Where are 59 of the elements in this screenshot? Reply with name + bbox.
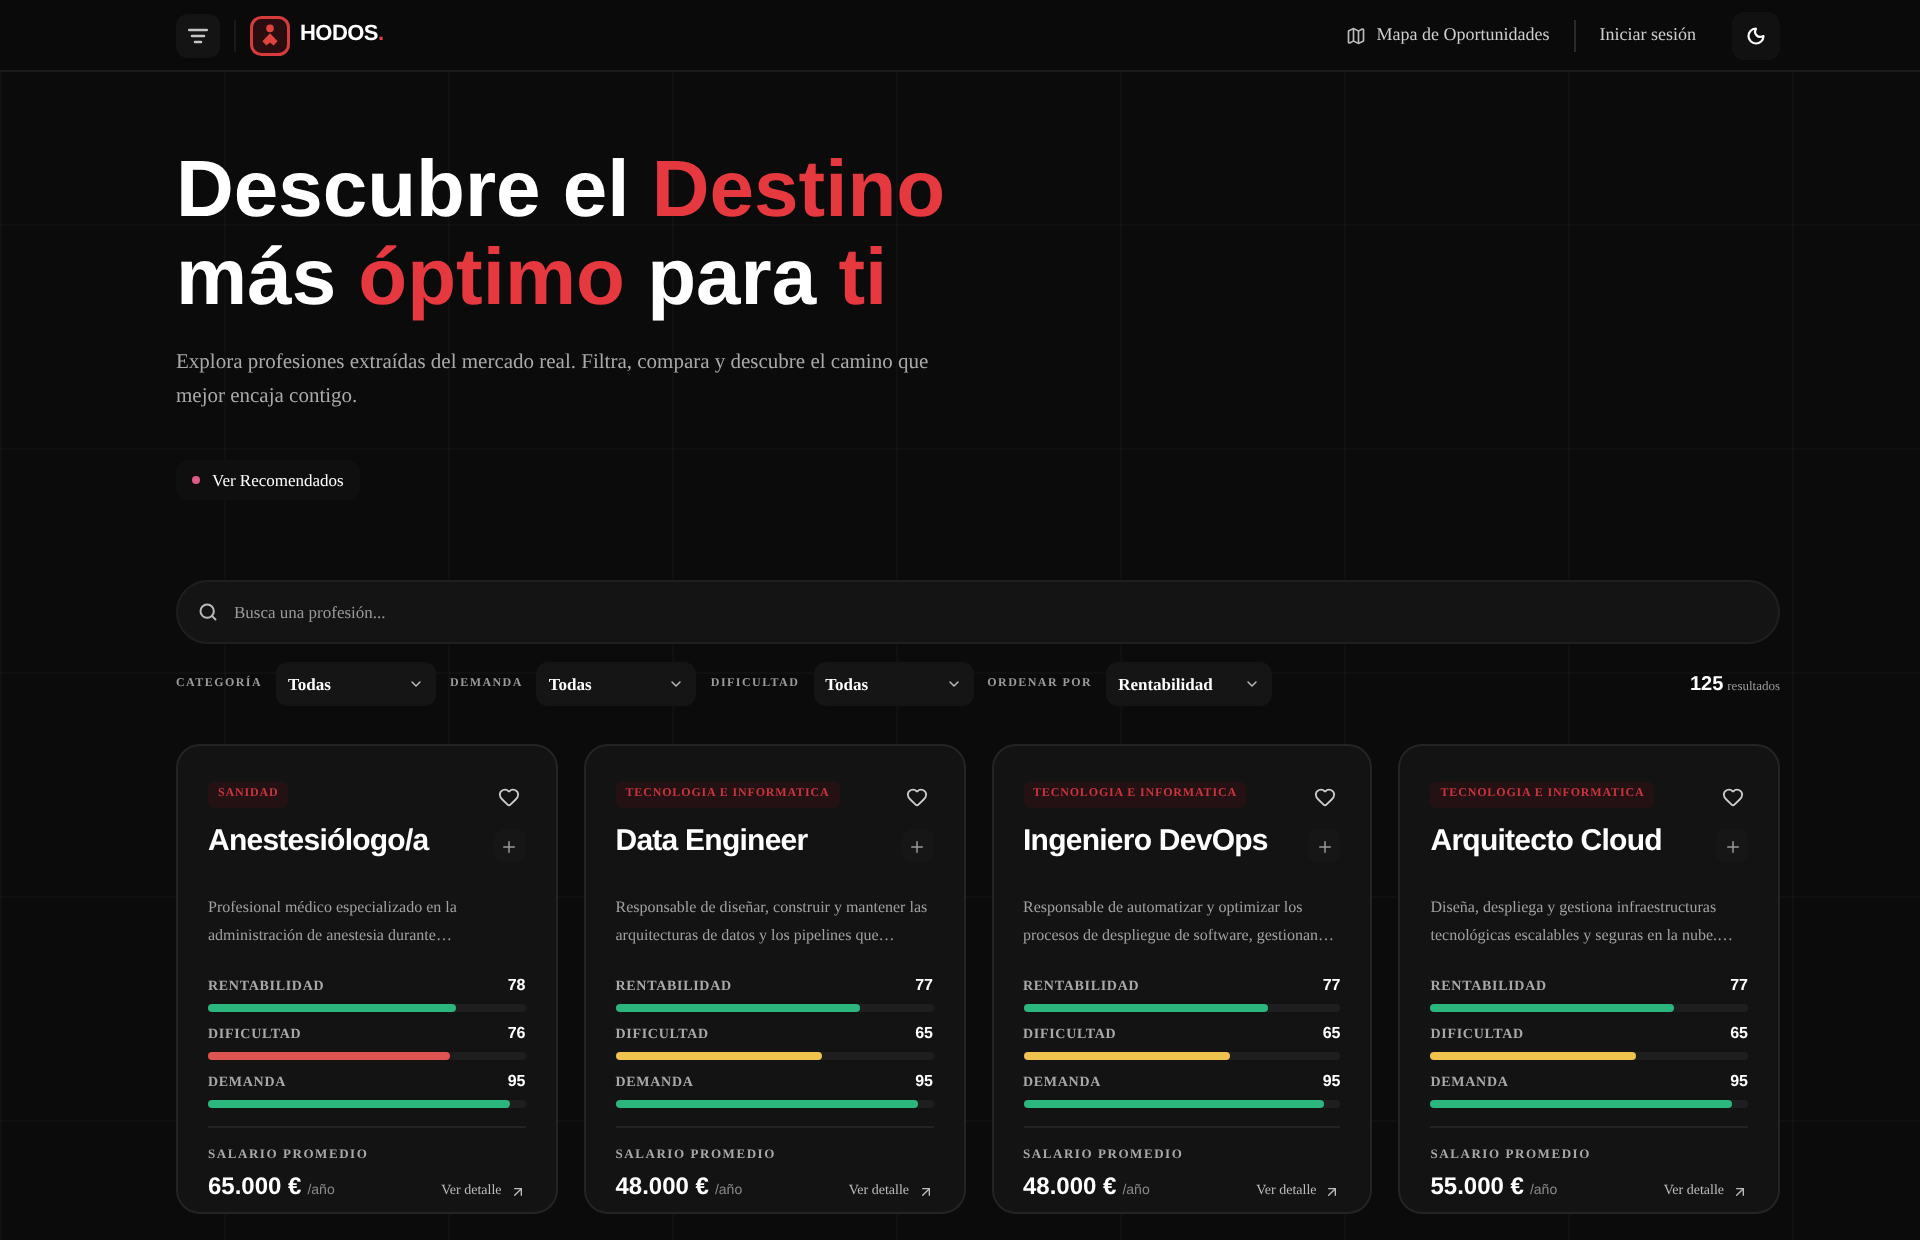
arrow-up-right-icon	[917, 1183, 933, 1199]
search-icon	[198, 602, 218, 622]
plus-icon	[1723, 837, 1741, 855]
metric-value: 77	[1730, 974, 1748, 998]
metric-value: 65	[915, 1022, 933, 1046]
plus-icon	[1315, 837, 1334, 855]
moon-icon	[1746, 25, 1766, 45]
metric-value: 65	[1322, 1022, 1341, 1046]
heart-icon	[498, 785, 521, 807]
filter-select[interactable]: Rentabilidad	[1106, 662, 1273, 706]
brand-name: HODOS.	[300, 20, 384, 51]
metric-value: 95	[1322, 1070, 1341, 1094]
metric-value: 95	[507, 1070, 526, 1094]
metric-value: 78	[507, 974, 526, 998]
heart-icon	[1313, 785, 1336, 807]
map-icon	[1346, 25, 1367, 45]
salary-value: 65.000 €	[208, 1169, 302, 1204]
logo-icon	[250, 15, 290, 55]
metric-value: 65	[1730, 1022, 1748, 1046]
heart-icon	[1721, 785, 1743, 807]
menu-icon	[188, 27, 208, 43]
filter-select[interactable]: Todas	[536, 662, 697, 706]
filter-select[interactable]: Todas	[276, 662, 437, 706]
plus-icon	[500, 837, 519, 855]
chevron-down-icon	[408, 676, 425, 692]
metric-value: 95	[1730, 1070, 1748, 1094]
metric-value: 77	[1322, 974, 1341, 998]
salary-value: 48.000 €	[615, 1169, 709, 1204]
card-description: Responsable de diseñar, construir y mantener las arquitecturas de datos y los pipelines que…	[615, 896, 930, 948]
heart-icon	[906, 785, 928, 807]
menu-button[interactable]	[176, 13, 220, 57]
metric-value: 95	[915, 1070, 933, 1094]
arrow-up-right-icon	[1324, 1183, 1341, 1199]
arrow-up-right-icon	[1732, 1183, 1748, 1199]
login-link[interactable]: Iniciar sesión	[1599, 21, 1696, 49]
filter-select[interactable]: Todas	[813, 662, 974, 706]
chevron-down-icon	[1244, 676, 1261, 692]
chevron-down-icon	[668, 676, 685, 692]
salary-value: 48.000 €	[1023, 1169, 1117, 1204]
card-description: Responsable de automatizar y optimizar los procesos de despliegue de software, gestionan…	[1023, 896, 1337, 948]
card-title: Anestesiólogo/a	[208, 824, 429, 860]
metric-value: 77	[915, 974, 933, 998]
card-title: Data Engineer	[615, 824, 808, 860]
hero-subtitle: Explora profesiones extraídas del mercado real. Filtra, compara y descubre el camino que mejor encaja contigo.	[176, 350, 931, 412]
chevron-down-icon	[945, 676, 962, 692]
arrow-up-right-icon	[509, 1183, 526, 1199]
search-field[interactable]: Busca una profesión...	[176, 580, 1780, 644]
card-title: Ingeniero DevOps	[1023, 824, 1268, 860]
card-description: Profesional médico especializado en la administración de anestesia durante…	[208, 896, 459, 948]
results-count: 125	[1689, 671, 1724, 699]
map-link[interactable]: Mapa de Oportunidades	[1346, 21, 1550, 49]
plus-icon	[908, 837, 926, 855]
salary-value: 55.000 €	[1430, 1169, 1524, 1204]
recommended-button[interactable]: Ver Recomendados	[176, 460, 360, 500]
hero-heading: Descubre el Destino más óptimo para ti	[176, 146, 948, 322]
theme-toggle-button[interactable]	[1732, 11, 1780, 59]
metric-value: 76	[507, 1022, 526, 1046]
card-title: Arquitecto Cloud	[1430, 824, 1662, 860]
card-description: Diseña, despliega y gestiona infraestructuras tecnológicas escalables y seguras en la nube.…	[1430, 896, 1736, 948]
